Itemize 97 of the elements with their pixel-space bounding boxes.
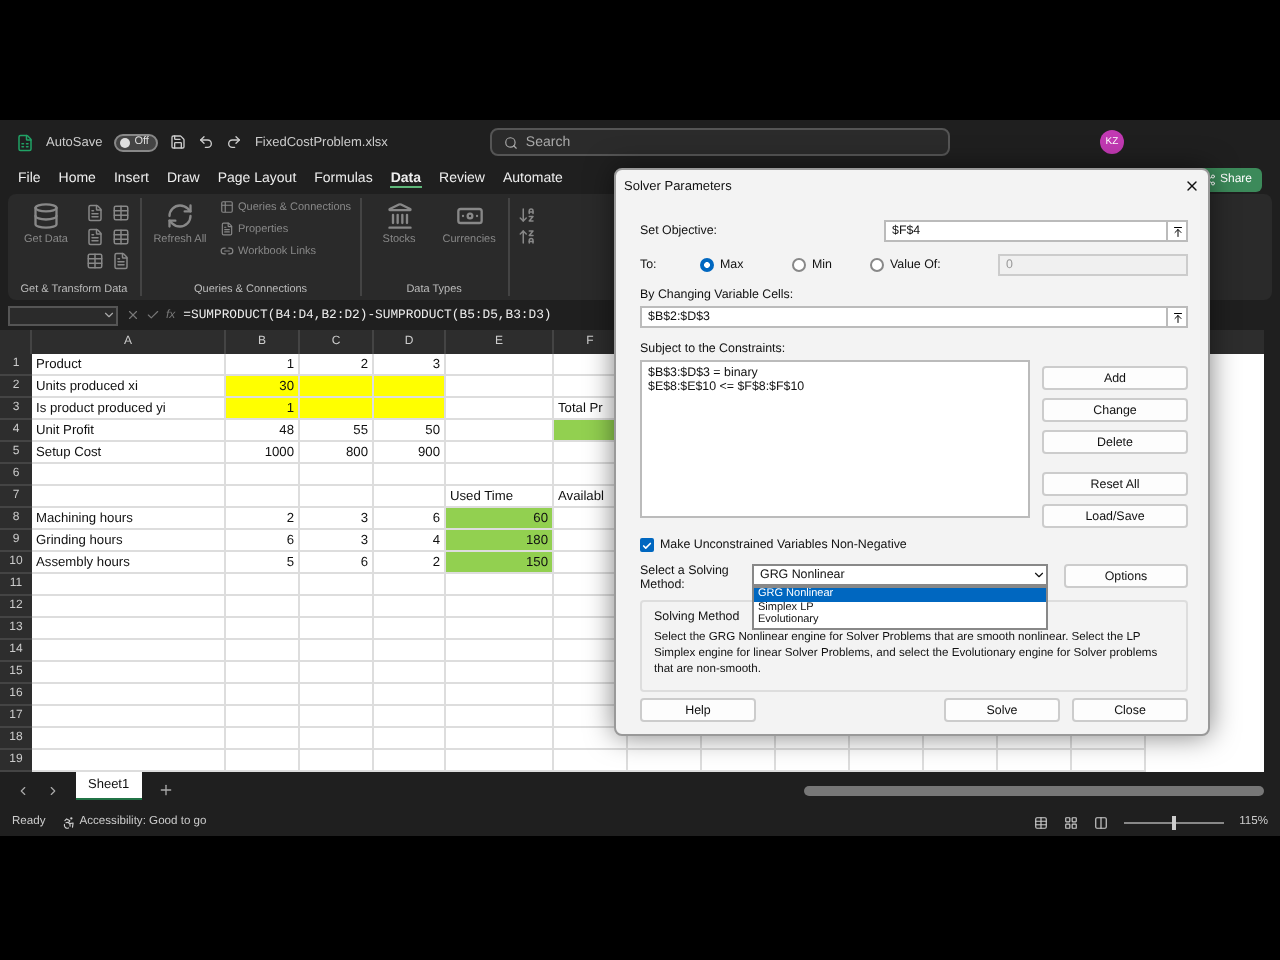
- collapse-button[interactable]: [1166, 306, 1188, 328]
- collapse-icon: [1171, 311, 1183, 323]
- page-layout-icon[interactable]: [1063, 815, 1078, 829]
- chevron-down-icon: [102, 308, 116, 322]
- add-sheet-icon[interactable]: [157, 782, 174, 798]
- table-cell: [226, 706, 300, 728]
- table-cell: [300, 464, 374, 486]
- document-icon[interactable]: [112, 228, 130, 246]
- table-cell: [300, 596, 374, 618]
- search-icon: [503, 135, 518, 149]
- sort-descending-icon[interactable]: [517, 228, 536, 246]
- table-cell: [446, 354, 554, 376]
- spreadsheet-logo-icon: [16, 133, 34, 151]
- collapse-button[interactable]: [1166, 220, 1188, 242]
- table-cell: [300, 662, 374, 684]
- table-cell: [446, 750, 554, 772]
- table-cell: [300, 684, 374, 706]
- cancel-icon[interactable]: [126, 308, 140, 322]
- table-cell: [446, 640, 554, 662]
- table-cell: [446, 442, 554, 464]
- document-icon[interactable]: [86, 204, 104, 222]
- document-icon[interactable]: [112, 252, 130, 270]
- previous-sheet-icon[interactable]: [16, 783, 30, 797]
- table-cell: [446, 706, 554, 728]
- table-cell: [702, 750, 776, 772]
- document-icon: [220, 222, 234, 236]
- table-icon[interactable]: [112, 204, 130, 222]
- table-cell: [446, 376, 554, 398]
- enter-icon[interactable]: [146, 308, 160, 322]
- table-cell: [446, 398, 554, 420]
- table-cell: [226, 728, 300, 750]
- table-cell: [374, 728, 446, 750]
- dropdown-icon[interactable]: [1032, 568, 1046, 582]
- next-sheet-icon[interactable]: [46, 783, 60, 797]
- table-cell: [374, 640, 446, 662]
- table-cell: [446, 464, 554, 486]
- table-cell: [374, 464, 446, 486]
- table-cell: [374, 706, 446, 728]
- radio-button[interactable]: [870, 258, 884, 272]
- table-cell: [226, 662, 300, 684]
- checkbox[interactable]: [640, 538, 654, 552]
- table-cell: [226, 618, 300, 640]
- database-icon: [32, 202, 60, 230]
- redo-icon[interactable]: [226, 134, 243, 150]
- table-icon: [220, 200, 234, 214]
- table-cell: [446, 662, 554, 684]
- accessibility-icon: [61, 815, 76, 829]
- radio-button[interactable]: [792, 258, 806, 272]
- table-cell: [374, 684, 446, 706]
- table-cell: [300, 728, 374, 750]
- table-cell: [226, 464, 300, 486]
- table-cell: [446, 684, 554, 706]
- table-cell: [300, 640, 374, 662]
- zoom-thumb[interactable]: [1171, 815, 1176, 829]
- table-cell: [374, 486, 446, 508]
- table-cell: [374, 596, 446, 618]
- table-cell: [628, 750, 702, 772]
- table-cell: [446, 728, 554, 750]
- bank-icon: [385, 202, 414, 230]
- table-cell: [374, 618, 446, 640]
- radio-button[interactable]: [700, 258, 714, 272]
- table-cell: [374, 750, 446, 772]
- table-cell: [300, 706, 374, 728]
- document-icon[interactable]: [86, 228, 104, 246]
- table-cell: [300, 750, 374, 772]
- table-cell: [924, 750, 998, 772]
- undo-icon[interactable]: [198, 134, 215, 150]
- table-cell: [850, 750, 924, 772]
- table-cell: [446, 574, 554, 596]
- table-cell: [226, 596, 300, 618]
- link-icon: [220, 244, 234, 258]
- sort-ascending-icon[interactable]: [517, 206, 536, 224]
- table-cell: [776, 750, 850, 772]
- table-cell: [226, 750, 300, 772]
- table-cell: [226, 640, 300, 662]
- table-cell: [998, 750, 1072, 772]
- horizontal-scrollbar[interactable]: [804, 785, 1264, 795]
- table-cell: [374, 574, 446, 596]
- table-cell: [446, 618, 554, 640]
- table-cell: [226, 486, 300, 508]
- close-icon[interactable]: [1184, 178, 1200, 194]
- refresh-icon: [166, 202, 194, 230]
- banknote-icon: [455, 202, 484, 230]
- save-icon[interactable]: [170, 134, 187, 150]
- collapse-icon: [1171, 225, 1183, 237]
- normal-view-icon[interactable]: [1033, 815, 1048, 829]
- table-cell: [300, 618, 374, 640]
- page-break-icon[interactable]: [1093, 815, 1108, 829]
- table-cell: [226, 684, 300, 706]
- table-cell: [300, 486, 374, 508]
- table-cell: [226, 574, 300, 596]
- table-cell: [446, 596, 554, 618]
- table-cell: [554, 750, 628, 772]
- table-cell: [446, 420, 554, 442]
- table-cell: [300, 574, 374, 596]
- table-icon[interactable]: [86, 252, 104, 270]
- table-cell: [374, 662, 446, 684]
